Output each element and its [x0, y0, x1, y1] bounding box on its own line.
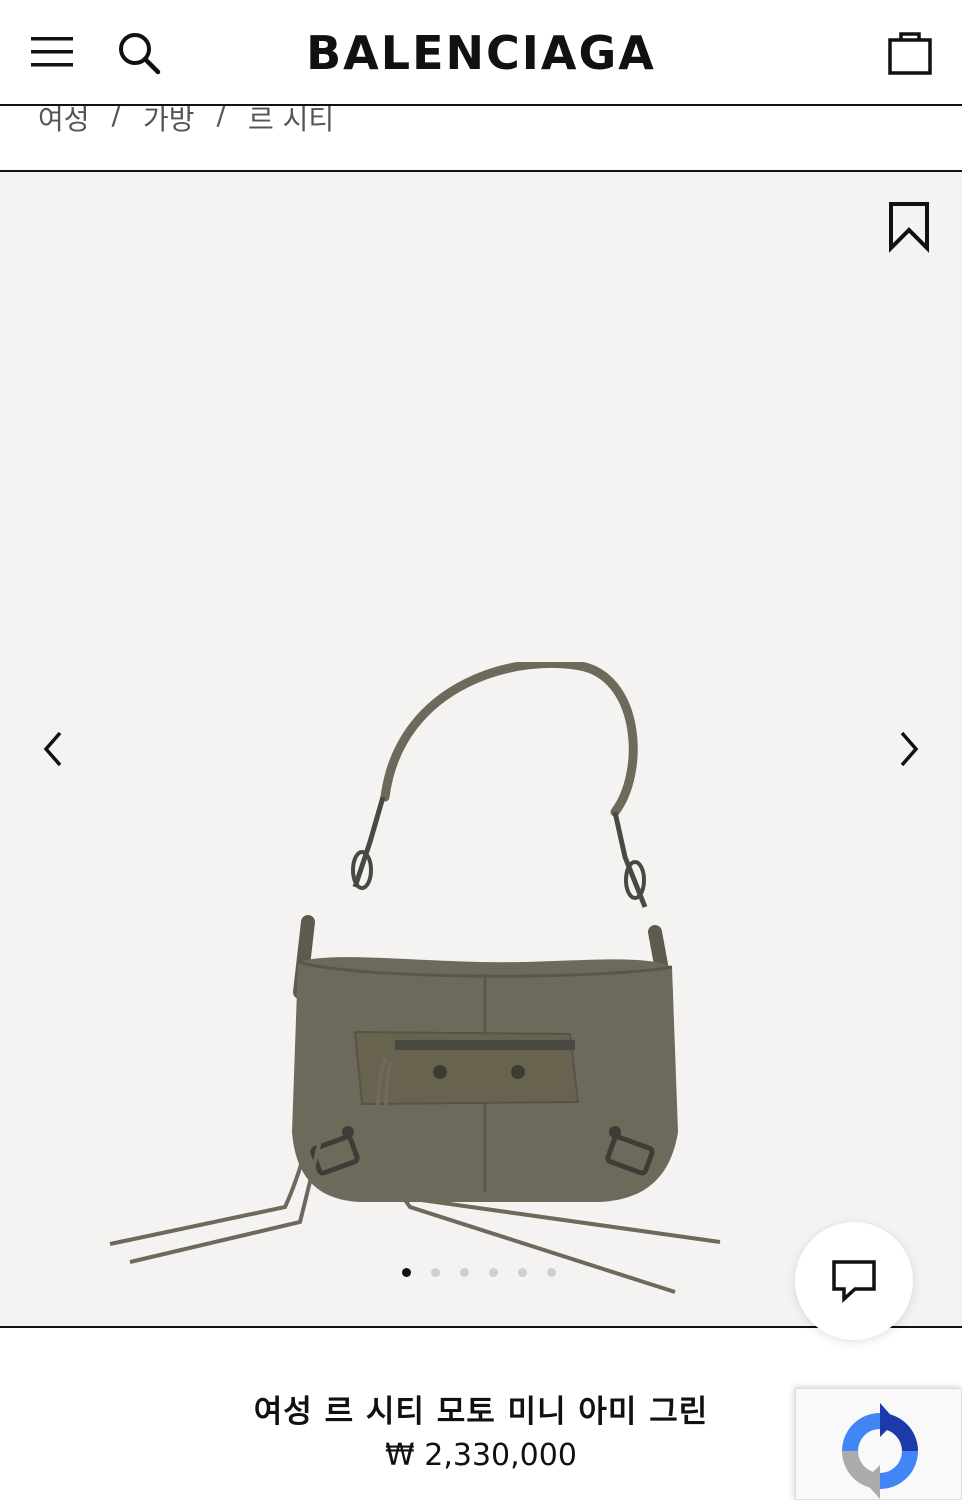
image-pagination-dots [402, 1268, 556, 1277]
chevron-right-icon [900, 731, 919, 767]
chat-bubble-icon [832, 1260, 876, 1303]
pagination-dot-4[interactable] [489, 1268, 498, 1277]
next-image-button[interactable] [884, 724, 934, 774]
breadcrumb-item-women[interactable]: 여성 [38, 106, 90, 138]
wishlist-button[interactable] [884, 200, 934, 254]
brand-logo[interactable]: BALENCIAGA [0, 26, 962, 80]
recaptcha-icon [842, 1403, 918, 1499]
previous-image-button[interactable] [28, 724, 78, 774]
product-image-bag [109, 662, 721, 1294]
site-header: BALENCIAGA [0, 0, 962, 106]
breadcrumb: 여성 / 가방 / 르 시티 [0, 106, 962, 172]
product-gallery[interactable] [0, 172, 962, 1328]
pagination-dot-2[interactable] [431, 1268, 440, 1277]
pagination-dot-1[interactable] [402, 1268, 411, 1277]
pagination-dot-3[interactable] [460, 1268, 469, 1277]
pagination-dot-5[interactable] [518, 1268, 527, 1277]
breadcrumb-trail: 여성 / 가방 / 르 시티 [38, 106, 334, 138]
breadcrumb-item-bags[interactable]: 가방 [143, 106, 195, 138]
cart-button[interactable] [884, 26, 936, 78]
chat-button[interactable] [795, 1222, 913, 1340]
breadcrumb-item-le-city[interactable]: 르 시티 [248, 106, 334, 138]
shopping-bag-icon [888, 32, 932, 75]
breadcrumb-separator: / [111, 106, 121, 131]
recaptcha-badge[interactable] [795, 1388, 962, 1500]
chevron-left-icon [43, 731, 62, 767]
breadcrumb-separator: / [216, 106, 226, 131]
bookmark-icon [889, 202, 929, 253]
pagination-dot-6[interactable] [547, 1268, 556, 1277]
